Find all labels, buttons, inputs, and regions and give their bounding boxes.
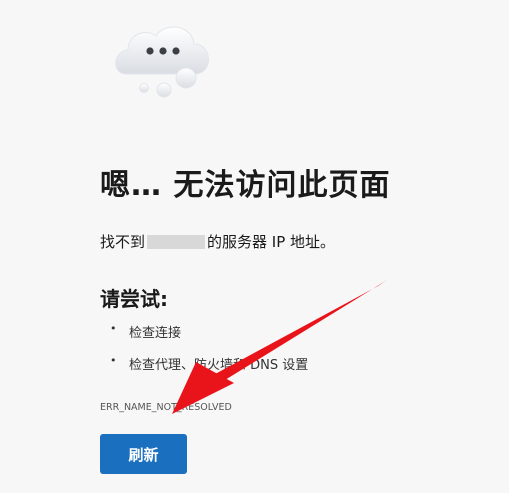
suggestion-check-proxy-firewall-dns: 检查代理、防火墙和 DNS 设置 <box>100 354 308 386</box>
error-code: ERR_NAME_NOT_RESOLVED <box>100 402 232 413</box>
redacted-hostname <box>147 235 206 249</box>
suggestion-heading: 请尝试: <box>100 287 168 311</box>
refresh-button[interactable]: 刷新 <box>100 434 187 474</box>
cloud-icon <box>108 14 218 104</box>
message-prefix: 找不到 <box>100 233 146 251</box>
error-message: 找不到 的服务器 IP 地址。 <box>100 231 335 252</box>
page-title: 嗯… 无法访问此页面 <box>100 168 391 203</box>
message-suffix: 的服务器 IP 地址。 <box>207 233 336 251</box>
suggestion-list: 检查连接 检查代理、防火墙和 DNS 设置 <box>100 322 308 386</box>
suggestion-check-connection: 检查连接 <box>100 322 308 354</box>
